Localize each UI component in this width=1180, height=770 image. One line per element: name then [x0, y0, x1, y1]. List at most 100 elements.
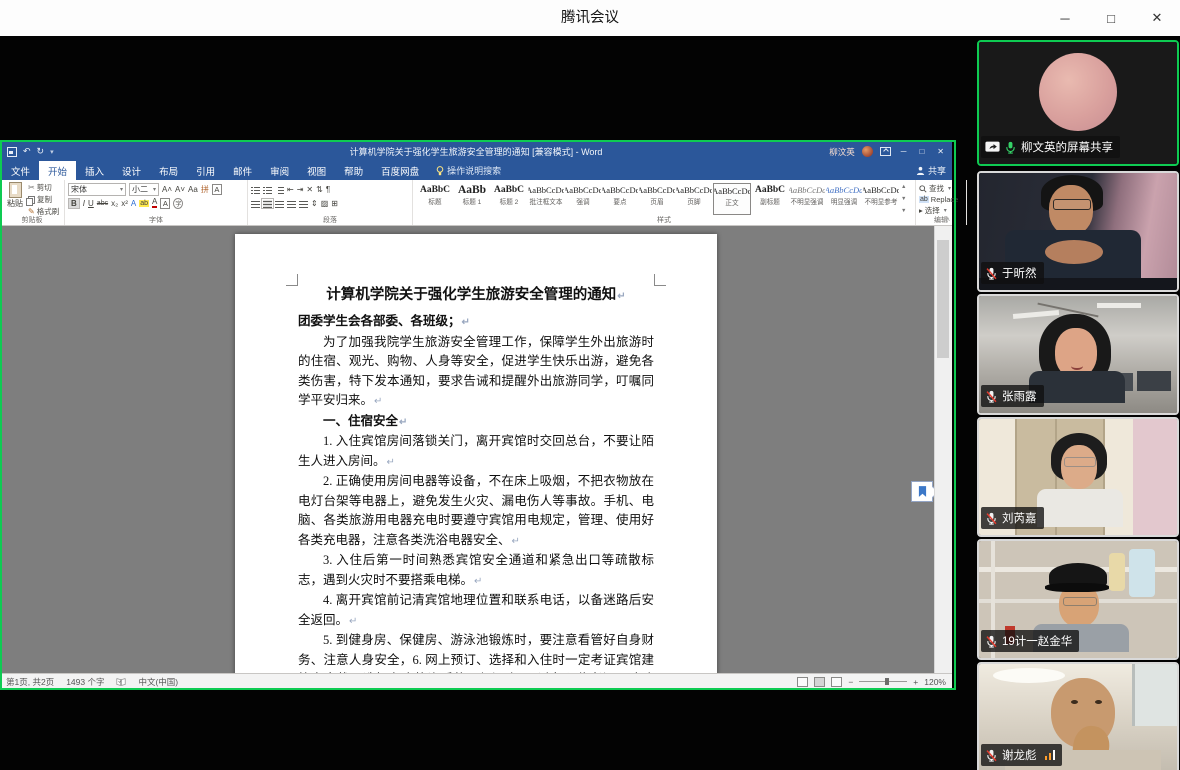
highlight-color-button[interactable]: ab — [139, 200, 149, 207]
word-close-button[interactable]: ✕ — [934, 147, 947, 156]
shrink-font-button[interactable]: A˅ — [175, 185, 185, 194]
zoom-slider[interactable] — [859, 681, 907, 682]
tab-help[interactable]: 帮助 — [335, 161, 372, 180]
scrollbar-thumb[interactable] — [937, 240, 949, 358]
sort-button[interactable]: ⇅ — [316, 185, 323, 194]
proofing-icon[interactable] — [116, 677, 126, 687]
bold-button[interactable]: B — [68, 198, 80, 209]
font-color-button[interactable]: A — [152, 198, 157, 208]
style-item-subtle-reference[interactable]: AaBbCcDd不明显参考 — [863, 183, 899, 215]
tab-file[interactable]: 文件 — [2, 161, 39, 180]
word-share-button[interactable]: 共享 — [916, 161, 946, 180]
tab-home[interactable]: 开始 — [39, 161, 76, 180]
bookmark-flyout[interactable] — [911, 481, 933, 502]
style-item-balloon-text[interactable]: AaBbCcDd批注框文本 — [528, 183, 564, 215]
participant-tile[interactable]: 19计一赵金华 — [977, 539, 1179, 660]
underline-button[interactable]: U — [88, 199, 94, 208]
tab-design[interactable]: 设计 — [113, 161, 150, 180]
zoom-level[interactable]: 120% — [924, 677, 946, 687]
tab-review[interactable]: 审阅 — [261, 161, 298, 180]
tab-references[interactable]: 引用 — [187, 161, 224, 180]
tab-mailings[interactable]: 邮件 — [224, 161, 261, 180]
participant-tile[interactable]: 刘芮嘉 — [977, 417, 1179, 537]
change-case-button[interactable]: Aa — [188, 185, 198, 194]
vertical-scrollbar[interactable] — [934, 226, 952, 673]
account-avatar[interactable] — [862, 146, 873, 157]
style-item-footer[interactable]: AaBbCcDd页脚 — [676, 183, 712, 215]
distribute-button[interactable] — [299, 200, 308, 207]
tab-view[interactable]: 视图 — [298, 161, 335, 180]
align-left-button[interactable] — [251, 200, 260, 207]
enclose-characters-button[interactable]: 字 — [173, 198, 183, 209]
undo-icon[interactable]: ↶ — [23, 146, 31, 157]
grow-font-button[interactable]: A˄ — [162, 185, 172, 194]
style-item-heading[interactable]: AaBbC标题 — [417, 183, 453, 215]
numbering-button[interactable] — [263, 186, 272, 193]
character-border-button[interactable]: A — [212, 184, 222, 195]
style-item-intense-emphasis[interactable]: AaBbCcDd明显强调 — [826, 183, 862, 215]
zoom-in-button[interactable]: + — [913, 677, 918, 687]
copy-button[interactable]: 复制 — [28, 194, 59, 205]
character-shading-button[interactable]: A — [160, 198, 170, 209]
participant-tile[interactable]: 谢龙彪 — [977, 662, 1179, 770]
find-button[interactable]: 查找▾ — [919, 183, 963, 194]
style-item-subtitle[interactable]: AaBbC副标题 — [752, 183, 788, 215]
borders-button[interactable]: ⊞ — [331, 199, 338, 208]
app-close-button[interactable]: ✕ — [1134, 0, 1180, 36]
style-item-normal[interactable]: AaBbCcDd正文 — [713, 183, 751, 215]
participant-tile[interactable]: 于昕然 — [977, 171, 1179, 292]
collapse-ribbon-icon[interactable]: ˄ — [946, 217, 950, 224]
style-item-keypoints[interactable]: AaBbCcDd要点 — [602, 183, 638, 215]
save-icon[interactable] — [7, 147, 17, 157]
font-name-select[interactable]: 宋体▾ — [68, 183, 126, 196]
app-maximize-button[interactable]: □ — [1088, 0, 1134, 36]
tell-me-search[interactable]: 操作说明搜索 — [428, 161, 509, 180]
text-effects-button[interactable]: A — [131, 199, 136, 208]
style-item-header[interactable]: AaBbCcDd页眉 — [639, 183, 675, 215]
align-right-button[interactable] — [275, 200, 284, 207]
document-page[interactable]: 计算机学院关于强化学生旅游安全管理的通知 团委学生会各部委、各班级； 为了加强我… — [235, 234, 717, 673]
cjk-layout-button[interactable]: ✕ — [306, 185, 313, 194]
styles-gallery-scroll[interactable]: ▲▼▼ — [899, 183, 906, 215]
style-item-heading1[interactable]: AaBb标题 1 — [454, 183, 490, 215]
app-minimize-button[interactable]: ─ — [1042, 0, 1088, 36]
superscript-button[interactable]: x² — [121, 199, 128, 208]
zoom-slider-thumb[interactable] — [885, 678, 889, 685]
show-marks-button[interactable]: ¶ — [326, 185, 330, 194]
shading-button[interactable]: ▨ — [321, 199, 329, 208]
ribbon-display-options-icon[interactable] — [880, 147, 891, 156]
phonetic-guide-button[interactable]: 拼 — [201, 184, 209, 195]
tab-insert[interactable]: 插入 — [76, 161, 113, 180]
strikethrough-button[interactable]: abc — [97, 200, 108, 207]
style-item-heading2[interactable]: AaBbC标题 2 — [491, 183, 527, 215]
tab-layout[interactable]: 布局 — [150, 161, 187, 180]
account-name[interactable]: 柳汶英 — [829, 146, 855, 158]
qat-dropdown-icon[interactable]: ▾ — [50, 148, 54, 156]
redo-icon[interactable]: ↻ — [37, 146, 45, 157]
participant-tile[interactable]: 张雨露 — [977, 294, 1179, 415]
read-mode-button[interactable] — [797, 677, 808, 687]
cut-button[interactable]: ✂剪切 — [28, 182, 59, 193]
increase-indent-button[interactable]: ⇥ — [297, 185, 304, 194]
style-item-subtle-emphasis[interactable]: AaBbCcDd不明显强调 — [789, 183, 825, 215]
page-indicator[interactable]: 第1页, 共2页 — [6, 676, 54, 688]
word-count[interactable]: 1493 个字 — [66, 676, 104, 688]
font-size-select[interactable]: 小二▾ — [129, 183, 159, 196]
decrease-indent-button[interactable]: ⇤ — [287, 185, 294, 194]
align-center-button[interactable] — [263, 200, 272, 207]
justify-button[interactable] — [287, 200, 296, 207]
subscript-button[interactable]: x₂ — [111, 199, 118, 208]
replace-button[interactable]: ab Replace — [919, 195, 963, 204]
multilevel-list-button[interactable] — [275, 186, 284, 193]
zoom-out-button[interactable]: − — [848, 677, 853, 687]
line-spacing-button[interactable]: ⇕ — [311, 199, 318, 208]
word-minimize-button[interactable]: ─ — [898, 147, 910, 156]
web-layout-button[interactable] — [831, 677, 842, 687]
language-indicator[interactable]: 中文(中国) — [138, 676, 178, 688]
bullets-button[interactable] — [251, 186, 260, 193]
style-item-emphasis[interactable]: AaBbCcDd强调 — [565, 183, 601, 215]
italic-button[interactable]: I — [83, 199, 85, 208]
print-layout-button[interactable] — [814, 677, 825, 687]
participant-tile-share[interactable]: 柳文英的屏幕共享 — [977, 40, 1179, 166]
tab-baidu-netdisk[interactable]: 百度网盘 — [372, 161, 428, 180]
